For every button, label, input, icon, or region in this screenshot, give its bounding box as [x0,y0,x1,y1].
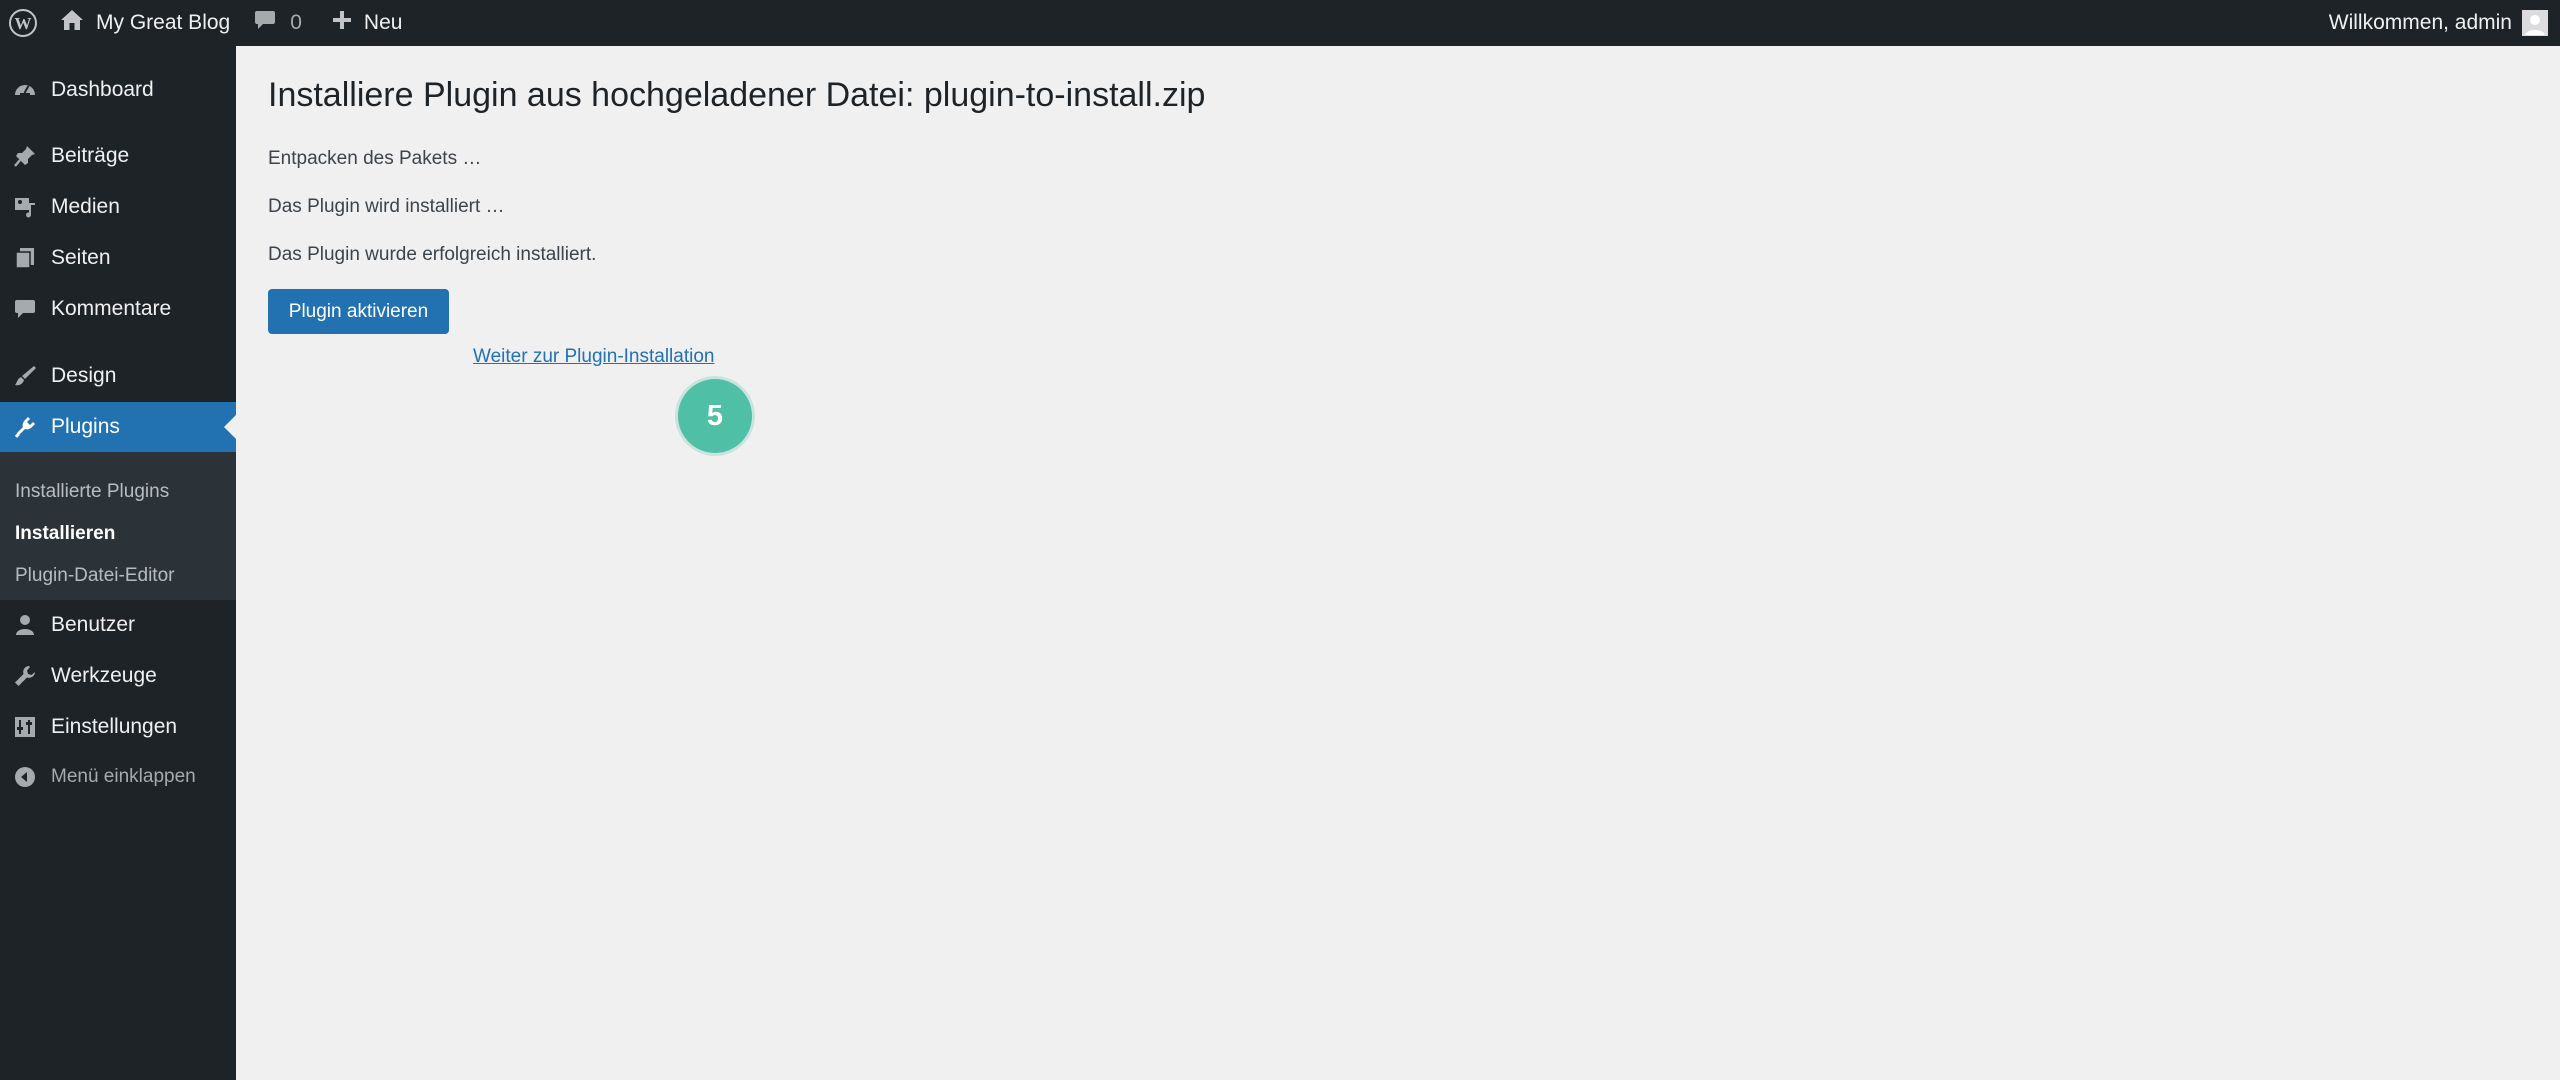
sidebar-item-label: Werkzeuge [51,664,157,687]
activate-plugin-button[interactable]: Plugin aktivieren [268,289,449,334]
comments-link[interactable]: 0 [254,0,302,46]
page-title: Installiere Plugin aus hochgeladener Dat… [268,76,1206,114]
collapse-icon [12,764,38,790]
sidebar-item-dashboard[interactable]: Dashboard [0,67,236,113]
sidebar-item-label: Medien [51,195,120,218]
sidebar-item-settings[interactable]: Einstellungen [0,704,236,750]
submenu-item-plugin-file-editor[interactable]: Plugin-Datei-Editor [15,565,174,587]
step-badge: 5 [678,379,752,453]
avatar [2522,10,2548,36]
user-icon [12,612,38,638]
main-content: Installiere Plugin aus hochgeladener Dat… [236,46,2560,1080]
plugins-submenu: Installierte Plugins Installieren Plugin… [0,452,236,600]
sidebar-item-users[interactable]: Benutzer [0,602,236,648]
pin-icon [12,143,38,169]
sidebar-item-label: Design [51,364,117,387]
greeting-text: Willkommen, admin [2328,11,2512,34]
sidebar-item-tools[interactable]: Werkzeuge [0,653,236,699]
sidebar-item-plugins[interactable]: Plugins [0,402,236,452]
admin-sidebar: Dashboard Beiträge Medien Seiten Komment… [0,46,236,1080]
new-label: Neu [363,11,403,34]
collapse-menu-button[interactable]: Menü einklappen [0,754,236,800]
dashboard-icon [12,77,38,103]
plus-icon [332,10,352,36]
wordpress-logo-icon[interactable]: W [0,0,46,46]
submenu-item-installed-plugins[interactable]: Installierte Plugins [15,481,169,503]
sidebar-item-comments[interactable]: Kommentare [0,286,236,332]
sidebar-item-design[interactable]: Design [0,353,236,399]
submenu-item-install[interactable]: Installieren [15,523,115,545]
pages-icon [12,245,38,271]
comments-count: 0 [290,11,302,34]
admin-bar: W My Great Blog 0 Neu Willkommen, admin [0,0,2560,46]
plugin-icon [12,414,38,440]
status-message-success: Das Plugin wurde erfolgreich installiert… [268,244,597,265]
sidebar-item-label: Dashboard [51,78,154,101]
new-content-link[interactable]: Neu [332,0,403,46]
continue-plugin-installation-link[interactable]: Weiter zur Plugin-Installation [473,346,714,368]
sidebar-item-label: Plugins [51,415,120,438]
status-message-installing: Das Plugin wird installiert … [268,196,505,217]
sidebar-item-label: Seiten [51,246,111,269]
site-name: My Great Blog [96,11,231,34]
svg-text:W: W [15,14,32,33]
sidebar-item-posts[interactable]: Beiträge [0,133,236,179]
status-message-unpacking: Entpacken des Pakets … [268,148,482,169]
sidebar-item-label: Benutzer [51,613,136,636]
sidebar-item-label: Menü einklappen [51,766,196,787]
site-name-link[interactable]: My Great Blog [60,0,230,46]
sidebar-item-pages[interactable]: Seiten [0,235,236,281]
brush-icon [12,363,38,389]
settings-icon [12,714,38,740]
sidebar-item-label: Kommentare [51,297,172,320]
sidebar-item-label: Beiträge [51,144,130,167]
wrench-icon [12,663,38,689]
sidebar-item-label: Einstellungen [51,715,178,738]
home-icon [60,9,84,37]
comment-bubble-icon [254,9,276,37]
media-icon [12,194,38,220]
sidebar-item-media[interactable]: Medien [0,184,236,230]
comment-icon [12,296,38,322]
current-menu-caret [224,415,236,439]
account-menu[interactable]: Willkommen, admin [2329,0,2560,46]
